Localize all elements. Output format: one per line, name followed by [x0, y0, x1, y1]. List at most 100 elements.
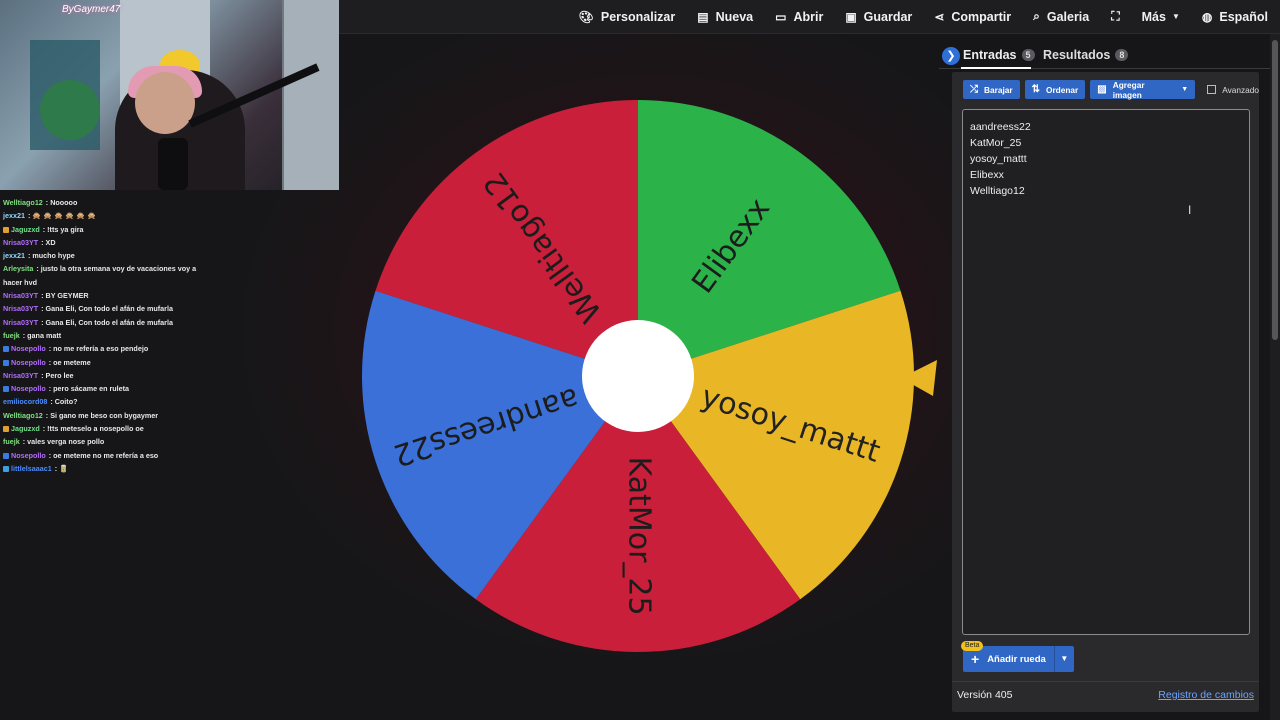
chat-username: Nrisa03YT: [3, 291, 39, 301]
search-icon: ⌕: [1033, 9, 1040, 23]
chat-username: emiliocord08: [3, 397, 48, 407]
save-button[interactable]: ▣ Guardar: [845, 10, 912, 24]
chat-message: Welltiago12 : Nooooo: [3, 196, 215, 209]
chat-text: : pero sácame en ruleta: [46, 384, 130, 394]
advanced-label: Avanzado: [1222, 84, 1259, 95]
chat-message: jexx21 : mucho hype: [3, 249, 215, 262]
globe-icon: ◍: [1201, 9, 1213, 24]
chat-username: jexx21: [3, 251, 25, 261]
entry-line[interactable]: KatMor_25: [970, 135, 1242, 151]
save-label: Guardar: [863, 9, 913, 24]
chat-message: littlelsaaac1 : 🥫: [3, 462, 215, 475]
sort-icon: ⇅: [1031, 84, 1040, 95]
chat-badge-icon: [3, 346, 9, 353]
tab-entries-label: Entradas: [963, 48, 1017, 62]
stream-chat: Welltiago12 : Nooooo jexx21 : 🙊 🙊 🙊 🙊 🙊 🙊…: [3, 196, 215, 475]
wheel-center-hub[interactable]: [582, 320, 694, 432]
add-image-button[interactable]: ▨ Agregar imagen ▼: [1090, 80, 1196, 100]
tab-results[interactable]: Resultados 8: [1043, 48, 1129, 62]
add-wheel-dropdown-button[interactable]: ▼: [1053, 646, 1074, 672]
entries-toolbar: ⤮ Barajar ⇅ Ordenar ▨ Agregar imagen ▼ Avanz…: [963, 80, 1259, 100]
chat-username: Nrisa03YT: [3, 237, 39, 247]
collapse-panel-button[interactable]: ❯: [942, 47, 960, 65]
plus-icon: +: [971, 651, 980, 667]
sort-label: Ordenar: [1046, 84, 1079, 95]
panel-body: ⤮ Barajar ⇅ Ordenar ▨ Agregar imagen ▼ Avanz…: [952, 72, 1259, 712]
chat-message: jexx21 : 🙊 🙊 🙊 🙊 🙊 🙊: [3, 209, 215, 222]
wheel-pointer: [901, 360, 937, 396]
version-label: Versión 405: [957, 689, 1013, 701]
chat-username: Welltiago12: [3, 198, 43, 207]
chat-text: : XD: [39, 237, 56, 247]
chat-message: Welltiago12 : Si gano me beso con bygaym…: [3, 409, 215, 422]
chat-username: fuejk: [3, 330, 20, 340]
tab-results-label: Resultados: [1043, 48, 1111, 62]
file-icon: ▤: [697, 9, 709, 24]
share-icon: ⋖: [934, 9, 945, 24]
wheel-segment-label: KatMor_25: [622, 457, 657, 616]
results-count-badge: 8: [1115, 49, 1129, 61]
caret-down-icon: ▼: [1171, 12, 1180, 21]
shuffle-label: Barajar: [984, 84, 1013, 95]
chat-message: emiliocord08 : Coito?: [3, 395, 215, 408]
wheel-graphic[interactable]: Elibexxyosoy_matttKatMor_25aandreess22We…: [360, 98, 916, 654]
webcam-overlay: ByGaymer47: [0, 0, 339, 190]
entries-textarea[interactable]: aandreess22 KatMor_25 yosoy_mattt Elibexx We…: [962, 109, 1250, 635]
entry-line[interactable]: Welltiago12: [970, 183, 1242, 199]
shuffle-icon: ⤮: [970, 84, 978, 95]
chat-text: : vales verga nose pollo: [20, 437, 105, 447]
new-label: Nueva: [715, 9, 754, 24]
chat-message: Jaguzxd : !tts meteselo a nosepollo oe: [3, 422, 215, 435]
entry-line[interactable]: aandreess22: [970, 119, 1242, 135]
chat-text: : mucho hype: [25, 251, 75, 261]
save-icon: ▣: [845, 9, 857, 24]
chat-text: : oe meteme: [46, 357, 91, 367]
checkbox-box[interactable]: [1207, 85, 1217, 94]
chat-username: Nosepollo: [11, 384, 46, 394]
webcam-plant: [40, 80, 100, 140]
tab-entries[interactable]: Entradas 5: [963, 48, 1035, 62]
more-menu-button[interactable]: Más ▼: [1142, 10, 1180, 24]
changelog-link[interactable]: Registro de cambios: [1158, 689, 1254, 701]
fullscreen-icon: ⛶: [1111, 9, 1120, 23]
wheel[interactable]: Elibexx yosoy_mattt KatMor_25 aandreess22 We…: [360, 98, 916, 654]
fullscreen-button[interactable]: ⛶: [1111, 9, 1119, 24]
open-button[interactable]: ▭ Abrir: [775, 10, 823, 24]
scrollbar-thumb[interactable]: [1272, 40, 1278, 340]
entries-count-badge: 5: [1021, 49, 1035, 61]
new-button[interactable]: ▤ Nueva: [697, 10, 753, 24]
chat-text: : Gana Eli, Con todo el afán de mufarla: [39, 304, 173, 314]
folder-open-icon: ▭: [775, 9, 787, 24]
share-label: Compartir: [951, 9, 1012, 24]
sort-button[interactable]: ⇅ Ordenar: [1024, 80, 1086, 99]
chat-message: Nrisa03YT : XD: [3, 236, 215, 249]
beta-badge: Beta: [961, 641, 984, 651]
chat-text: : gana matt: [20, 330, 62, 340]
entry-line[interactable]: Elibexx: [970, 167, 1242, 183]
footer-divider: [952, 681, 1259, 682]
gallery-button[interactable]: ⌕ Galeria: [1033, 9, 1089, 24]
chat-text: : 🙊 🙊 🙊 🙊 🙊 🙊: [25, 211, 97, 221]
chat-username: Jaguzxd: [11, 224, 40, 234]
chat-message: Nosepollo : oe meteme: [3, 356, 215, 369]
shuffle-button[interactable]: ⤮ Barajar: [963, 80, 1020, 99]
personalize-button[interactable]: 🎨︎ Personalizar: [579, 10, 676, 24]
language-button[interactable]: ◍ Español: [1202, 10, 1268, 24]
entries-list: aandreess22 KatMor_25 yosoy_mattt Elibexx We…: [970, 119, 1242, 199]
chat-text: : !tts meteselo a nosepollo oe: [40, 424, 144, 434]
share-button[interactable]: ⋖ Compartir: [934, 10, 1011, 24]
screen: ByGaymer47 Welltiago12 : Nooooo jexx21 : …: [0, 0, 1280, 720]
chat-username: Nosepollo: [11, 344, 46, 354]
chat-username: Arleysita: [3, 264, 34, 274]
page-scrollbar[interactable]: [1270, 34, 1280, 720]
advanced-checkbox[interactable]: Avanzado: [1207, 85, 1259, 95]
chat-username: Jaguzxd: [11, 424, 40, 434]
chat-badge-icon: [3, 359, 9, 366]
chat-username: jexx21: [3, 211, 25, 221]
text-cursor-icon: I: [1188, 203, 1192, 217]
chat-message: Nrisa03YT : Gana Eli, Con todo el afán d…: [3, 302, 215, 315]
entry-line[interactable]: yosoy_mattt: [970, 151, 1242, 167]
chat-text: : Nooooo: [43, 198, 78, 207]
caret-down-icon: ▼: [1060, 654, 1069, 663]
more-label: Más: [1141, 9, 1166, 24]
